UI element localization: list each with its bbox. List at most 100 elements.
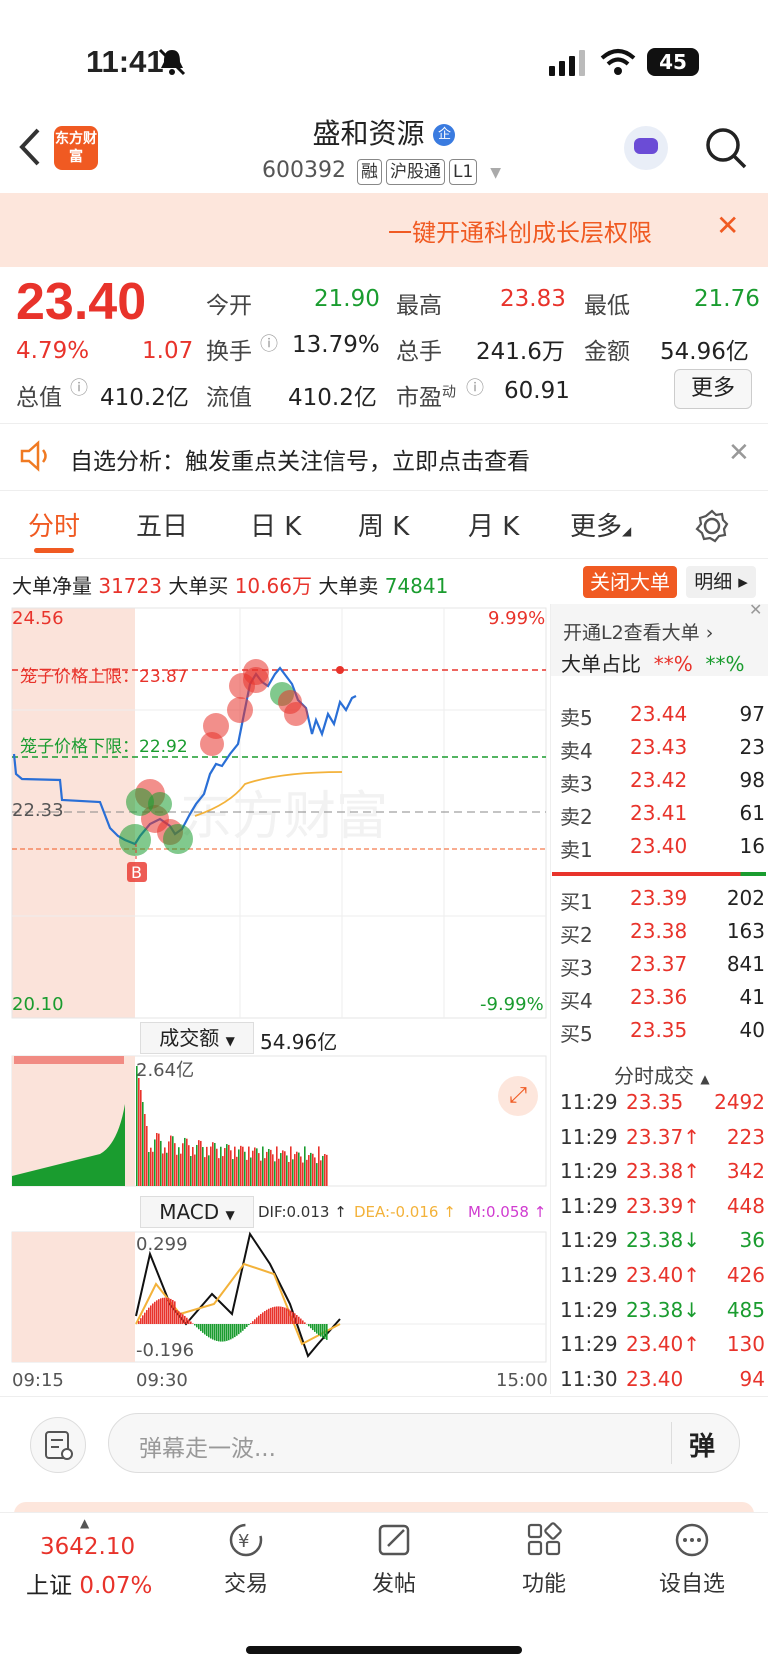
alert-text[interactable]: 自选分析：触发重点关注信号，立即点击查看 (70, 442, 530, 476)
macd-bar (300, 1319, 302, 1324)
close-icon[interactable]: ✕ (716, 209, 739, 242)
volume-bar (186, 1139, 188, 1186)
macd-bar (292, 1312, 294, 1324)
intraday-chart[interactable]: 东方财富 B 24.56 9.99% 22.33 20.10 -9.99% 笼子… (0, 604, 556, 1394)
macd-bar (298, 1317, 300, 1324)
macd-bar (142, 1315, 144, 1324)
tick-time: 11:29 (560, 1194, 618, 1218)
volume-bar (220, 1147, 222, 1186)
nav-functions[interactable]: 功能 (484, 1520, 604, 1598)
volume-bar (234, 1147, 236, 1186)
volume-bar (258, 1153, 260, 1186)
close-icon[interactable]: ✕ (728, 438, 750, 468)
bid-price: 23.37 (630, 952, 687, 976)
index-row[interactable]: 上证 0.07% (26, 1566, 152, 1600)
status-bar: 11:41 45 (0, 0, 768, 120)
net-value: 31723 (98, 574, 162, 598)
volume-bar (160, 1141, 162, 1186)
tab-five-day[interactable]: 五日 (136, 506, 188, 543)
macd-bar (148, 1308, 150, 1324)
volume-bar (204, 1157, 206, 1186)
macd-bar (284, 1308, 286, 1324)
nav-add-watchlist[interactable]: 设自选 (632, 1520, 752, 1598)
volume-bar (282, 1150, 284, 1186)
l2-promo-text[interactable]: 开通L2查看大单 › (563, 618, 713, 645)
tab-weekly-k[interactable]: 周 K (358, 506, 409, 543)
danmu-placeholder[interactable]: 弹幕走一波... (139, 1429, 276, 1463)
volume-bar (304, 1146, 306, 1186)
volume-bar (276, 1146, 278, 1186)
info-icon[interactable]: ⓘ (466, 374, 484, 400)
volume-bar (190, 1156, 192, 1186)
volume-bar (280, 1153, 282, 1186)
promo-banner[interactable]: 一键开通科创成长层权限 ✕ (0, 193, 768, 267)
l2-promo[interactable]: 开通L2查看大单 › 大单占比 **% **% ✕ (551, 604, 768, 676)
macd-indicator-select[interactable]: MACD ▼ (140, 1196, 254, 1228)
bid-volume: 40 (740, 1018, 765, 1042)
close-icon[interactable]: ✕ (749, 600, 762, 619)
tab-intraday[interactable]: 分时 (28, 506, 80, 543)
detail-button[interactable]: 明细 ▸ (686, 566, 756, 598)
tab-daily-k[interactable]: 日 K (250, 506, 301, 543)
macd-bar (226, 1324, 228, 1341)
sell-bubble (227, 697, 253, 723)
volume-bar (170, 1136, 172, 1186)
change-value: 1.07 (142, 338, 193, 364)
volume-indicator-select[interactable]: 成交额 ▼ (140, 1022, 254, 1054)
macd-bar (252, 1321, 254, 1324)
nav-post-label: 发帖 (334, 1566, 454, 1598)
ratio-label: 大单占比 (561, 652, 641, 676)
macd-bar (288, 1309, 290, 1324)
tab-monthly-k[interactable]: 月 K (468, 506, 519, 543)
bottom-price-label: 20.10 (12, 994, 64, 1015)
index-value[interactable]: 3642.10 (40, 1534, 135, 1560)
danmu-list-icon[interactable] (30, 1417, 86, 1473)
nav-post[interactable]: 发帖 (334, 1520, 454, 1598)
ticks-label: 分时成交 (614, 1064, 694, 1088)
close-bigorder-button[interactable]: 关闭大单 (583, 566, 677, 598)
macd-bar (326, 1324, 328, 1340)
sell-value: 74841 (385, 574, 449, 598)
info-icon[interactable]: ⓘ (70, 374, 88, 400)
macd-min-label: -0.196 (136, 1340, 194, 1361)
analysis-alert[interactable]: 自选分析：触发重点关注信号，立即点击查看 ✕ (0, 423, 768, 491)
chevron-down-icon[interactable]: ▼ (490, 165, 501, 181)
volume-bar (288, 1162, 290, 1186)
volume-bar (244, 1152, 246, 1186)
macd-bar (324, 1324, 326, 1339)
volume-bar (184, 1138, 186, 1186)
volume-bar (242, 1147, 244, 1186)
volume-bar (278, 1159, 280, 1186)
macd-bar (158, 1299, 160, 1324)
volume-bar (236, 1157, 238, 1186)
bid-price: 23.38 (630, 919, 687, 943)
danmu-input[interactable]: 弹幕走一波... 弹 (108, 1413, 740, 1473)
expand-icon[interactable]: ⤢ (498, 1076, 538, 1116)
volume-bar (176, 1155, 178, 1186)
nav-trade[interactable]: ¥ 交易 (186, 1520, 306, 1598)
tab-more[interactable]: 更多◢ (570, 506, 631, 543)
settings-gear-icon[interactable] (694, 508, 730, 544)
danmu-toggle-icon[interactable]: 弹 (689, 1426, 715, 1463)
volume-bar (230, 1150, 232, 1186)
tick-volume: 2492 (714, 1090, 765, 1114)
speaker-icon (18, 440, 52, 472)
caret-up-icon: ▲ (80, 1516, 89, 1530)
macd-bar (262, 1312, 264, 1324)
volume-bar (188, 1145, 190, 1186)
info-icon[interactable]: ⓘ (260, 330, 278, 356)
macd-bar (268, 1309, 270, 1324)
stock-name: 盛和资源 (313, 117, 425, 150)
watermark: 东方财富 (180, 787, 388, 847)
macd-bar (172, 1300, 174, 1324)
ratio-buy: **% (654, 652, 693, 676)
macd-bar (260, 1314, 262, 1324)
more-button[interactable]: 更多 (674, 369, 752, 409)
volume-bar (272, 1154, 274, 1186)
more-dots-icon (670, 1520, 714, 1560)
promo-text[interactable]: 一键开通科创成长层权限 (388, 213, 652, 248)
tab-more-label: 更多 (570, 512, 622, 542)
ticks-header[interactable]: 分时成交 ▲ (614, 1060, 710, 1089)
macd-bar (254, 1319, 256, 1324)
volume-bar (140, 1090, 142, 1186)
